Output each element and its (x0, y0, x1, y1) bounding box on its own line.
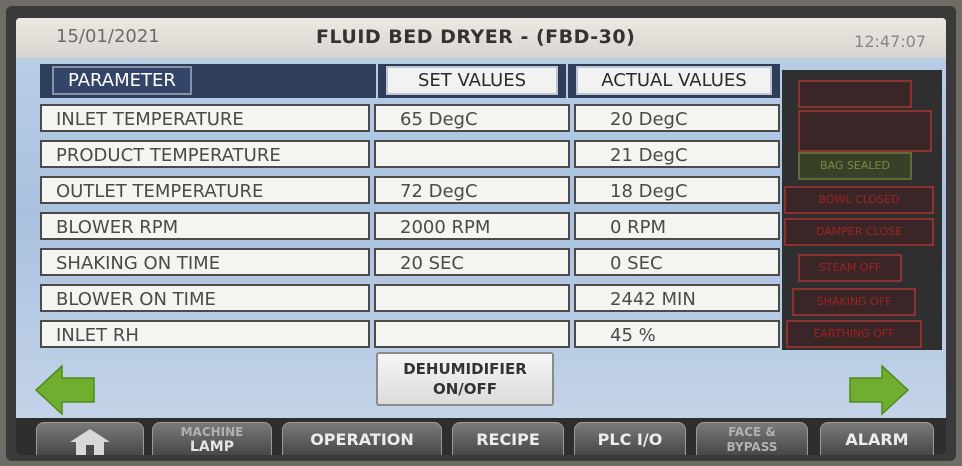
actual-value: 0 RPM (574, 212, 780, 240)
shaking-off-indicator: SHAKING OFF (792, 288, 916, 316)
param-name: BLOWER RPM (40, 212, 370, 240)
param-name: INLET TEMPERATURE (40, 104, 370, 132)
screen-title: FLUID BED DRYER - (FBD-30) (316, 26, 636, 48)
dehumidifier-toggle-button[interactable]: DEHUMIDIFIER ON/OFF (376, 352, 554, 406)
bowl-closed-indicator: BOWL CLOSED (784, 186, 934, 214)
parameter-label: PARAMETER (52, 66, 192, 95)
time-display: 12:47:07 (854, 32, 926, 51)
set-value-field[interactable]: 65 DegC (374, 104, 570, 132)
param-name: PRODUCT TEMPERATURE (40, 140, 370, 168)
machine-lamp-line1: MACHINE (180, 425, 244, 439)
face-bypass-button[interactable]: FACE & BYPASS (696, 422, 808, 455)
status-indicator-panel: BAG SEALED BOWL CLOSED DAMPER CLOSE STEA… (782, 70, 942, 350)
date-display: 15/01/2021 (56, 26, 160, 47)
previous-arrow-icon[interactable] (34, 362, 96, 418)
machine-lamp-line2: LAMP (190, 439, 234, 455)
bag-sealed-indicator: BAG SEALED (798, 152, 912, 180)
param-name: BLOWER ON TIME (40, 284, 370, 312)
set-value-field[interactable]: 2000 RPM (374, 212, 570, 240)
set-values-label: SET VALUES (386, 66, 558, 95)
next-arrow-icon[interactable] (848, 362, 910, 418)
table-row: SHAKING ON TIME 20 SEC 0 SEC (40, 248, 780, 280)
hmi-screen: 15/01/2021 FLUID BED DRYER - (FBD-30) 12… (16, 18, 946, 455)
set-value-field[interactable]: 20 SEC (374, 248, 570, 276)
earthing-off-indicator: EARTHING OFF (786, 320, 922, 348)
set-value-field[interactable] (374, 284, 570, 312)
face-bypass-line2: BYPASS (726, 440, 778, 454)
table-row: INLET RH 45 % (40, 320, 780, 352)
param-name: OUTLET TEMPERATURE (40, 176, 370, 204)
table-row: BLOWER ON TIME 2442 MIN (40, 284, 780, 316)
operation-button[interactable]: OPERATION (282, 422, 442, 455)
table-row: OUTLET TEMPERATURE 72 DegC 18 DegC (40, 176, 780, 208)
actual-value: 21 DegC (574, 140, 780, 168)
header-bar: 15/01/2021 FLUID BED DRYER - (FBD-30) 12… (16, 18, 946, 58)
table-row: INLET TEMPERATURE 65 DegC 20 DegC (40, 104, 780, 136)
plc-io-button[interactable]: PLC I/O (574, 422, 686, 455)
actual-value: 18 DegC (574, 176, 780, 204)
param-name: INLET RH (40, 320, 370, 348)
recipe-button[interactable]: RECIPE (452, 422, 564, 455)
dehumidifier-label-line1: DEHUMIDIFIER (403, 360, 527, 378)
home-button[interactable] (36, 422, 144, 455)
column-header-actual: ACTUAL VALUES (568, 64, 780, 98)
alarm-button[interactable]: ALARM (820, 422, 934, 455)
dehumidifier-label-line2: ON/OFF (432, 380, 498, 398)
set-value-field[interactable] (374, 140, 570, 168)
table-row: BLOWER RPM 2000 RPM 0 RPM (40, 212, 780, 244)
damper-close-indicator: DAMPER CLOSE (784, 218, 934, 246)
status-indicator (798, 80, 912, 108)
actual-values-label: ACTUAL VALUES (576, 66, 772, 95)
face-bypass-line1: FACE & (728, 425, 776, 439)
column-header-parameter: PARAMETER (40, 64, 376, 98)
actual-value: 20 DegC (574, 104, 780, 132)
set-value-field[interactable] (374, 320, 570, 348)
param-name: SHAKING ON TIME (40, 248, 370, 276)
table-row: PRODUCT TEMPERATURE 21 DegC (40, 140, 780, 172)
actual-value: 2442 MIN (574, 284, 780, 312)
actual-value: 0 SEC (574, 248, 780, 276)
column-header-set: SET VALUES (378, 64, 566, 98)
status-indicator (798, 110, 932, 152)
set-value-field[interactable]: 72 DegC (374, 176, 570, 204)
home-icon (70, 429, 110, 455)
steam-off-indicator: STEAM OFF (798, 254, 902, 282)
actual-value: 45 % (574, 320, 780, 348)
machine-lamp-button[interactable]: MACHINE LAMP (152, 422, 272, 455)
bottom-nav-bar: MACHINE LAMP OPERATION RECIPE PLC I/O FA… (16, 418, 946, 455)
